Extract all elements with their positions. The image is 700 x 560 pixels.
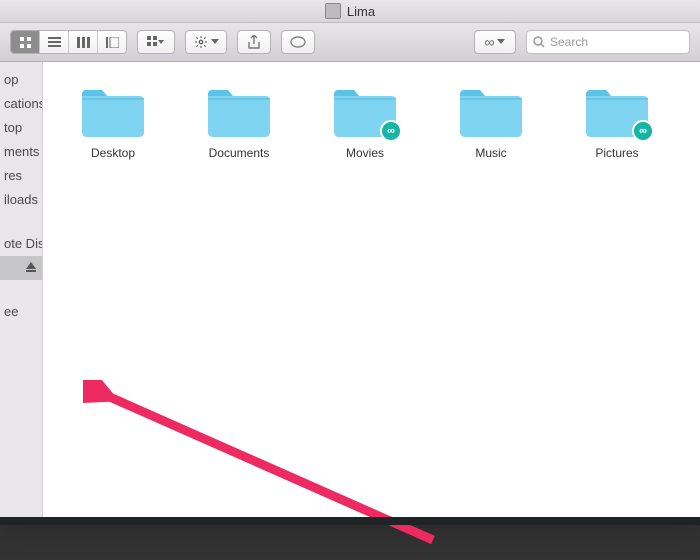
folder-item[interactable]: ∞ Pictures — [577, 84, 657, 160]
folder-item[interactable]: Desktop — [73, 84, 153, 160]
chevron-down-icon — [497, 39, 505, 45]
sidebar-item[interactable]: iloads — [0, 188, 42, 212]
folder-item[interactable]: ∞ Movies — [325, 84, 405, 160]
folder-icon: ∞ — [330, 84, 400, 140]
view-list-button[interactable] — [40, 31, 69, 53]
tag-icon — [290, 36, 306, 48]
action-button[interactable] — [186, 31, 226, 53]
sidebar-item[interactable]: ments — [0, 140, 42, 164]
window-body: op cations top ments res iloads ote Disc… — [0, 62, 700, 522]
annotation-arrow — [83, 380, 453, 560]
search-icon — [533, 36, 545, 48]
folder-label: Pictures — [595, 146, 638, 160]
infinity-icon: ∞ — [485, 34, 495, 50]
titlebar[interactable]: Lima — [0, 0, 700, 23]
toolbar: ∞ Search — [0, 23, 700, 62]
folder-item[interactable]: Documents — [199, 84, 279, 160]
folder-label: Music — [475, 146, 506, 160]
eject-icon[interactable] — [26, 262, 36, 269]
folder-icon — [78, 84, 148, 140]
view-icon-button[interactable] — [11, 31, 40, 53]
infinity-button[interactable]: ∞ — [474, 30, 516, 54]
tags-button[interactable] — [281, 30, 315, 54]
search-placeholder: Search — [550, 35, 588, 49]
folder-label: Desktop — [91, 146, 135, 160]
folder-icon: ∞ — [582, 84, 652, 140]
dock-edge — [0, 517, 700, 525]
sync-badge-icon: ∞ — [632, 120, 654, 142]
sync-badge-icon: ∞ — [380, 120, 402, 142]
arrange-group — [137, 30, 175, 54]
folder-label: Documents — [209, 146, 270, 160]
view-mode-group — [10, 30, 127, 54]
folder-item[interactable]: Music — [451, 84, 531, 160]
sidebar-item-remote-disc[interactable]: ote Disc — [0, 232, 42, 256]
sidebar-item[interactable]: ee — [0, 300, 42, 324]
view-column-button[interactable] — [69, 31, 98, 53]
sidebar-item[interactable]: cations — [0, 92, 42, 116]
folder-icon — [456, 84, 526, 140]
content-area[interactable]: Desktop Documents ∞ Movies — [43, 62, 700, 522]
share-button[interactable] — [237, 30, 271, 54]
search-input[interactable]: Search — [526, 30, 690, 54]
view-gallery-button[interactable] — [98, 31, 126, 53]
sidebar: op cations top ments res iloads ote Disc… — [0, 62, 43, 522]
folder-label: Movies — [346, 146, 384, 160]
action-group — [185, 30, 227, 54]
drive-icon — [325, 3, 341, 19]
sidebar-item[interactable]: op — [0, 68, 42, 92]
finder-window: Lima — [0, 0, 700, 520]
share-icon — [248, 35, 260, 49]
chevron-down-icon — [211, 39, 219, 45]
sidebar-item[interactable]: res — [0, 164, 42, 188]
arrange-button[interactable] — [138, 31, 174, 53]
folder-icon — [204, 84, 274, 140]
gear-icon — [194, 35, 208, 49]
sidebar-item[interactable]: top — [0, 116, 42, 140]
folder-grid: Desktop Documents ∞ Movies — [43, 62, 700, 182]
sidebar-item-selected[interactable] — [0, 256, 42, 280]
window-title: Lima — [347, 4, 375, 19]
